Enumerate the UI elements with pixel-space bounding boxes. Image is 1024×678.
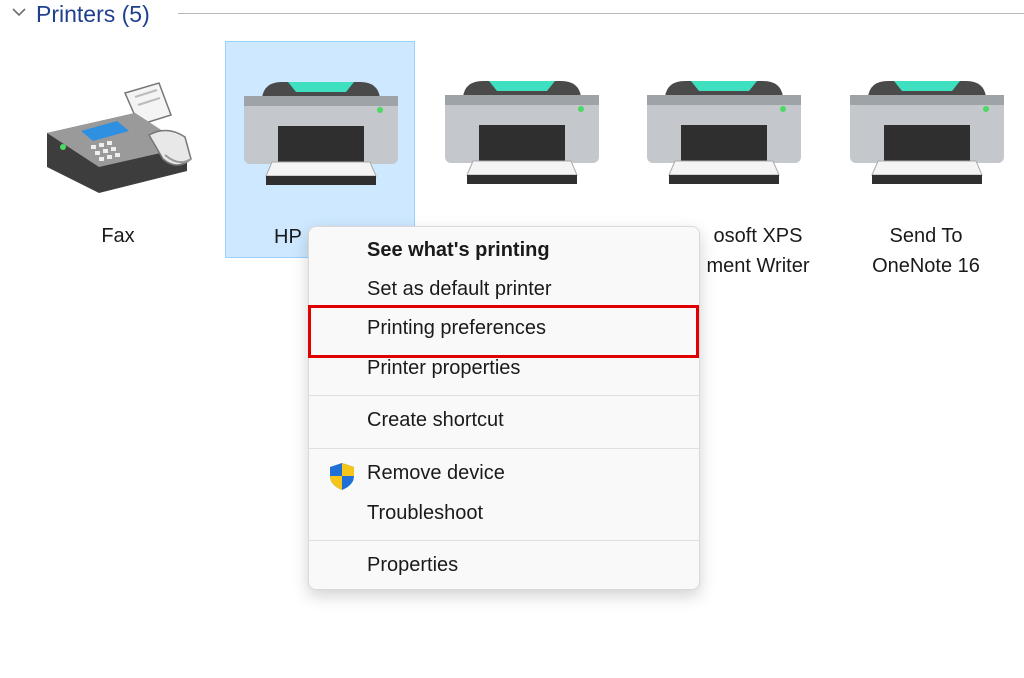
printer-icon — [647, 81, 801, 184]
menu-item-label: Create shortcut — [367, 409, 504, 431]
context-menu: See what's printing Set as default print… — [308, 226, 700, 590]
menu-item-label: See what's printing — [367, 239, 550, 261]
menu-item-printing-preferences[interactable]: Printing preferences — [313, 311, 695, 349]
menu-separator — [309, 448, 699, 449]
menu-item-label: Troubleshoot — [367, 502, 483, 524]
menu-item-label: Printer properties — [367, 357, 521, 379]
menu-separator — [309, 540, 699, 541]
printer-icon — [244, 82, 398, 185]
device-label: osoft XPS ment Writer — [706, 225, 810, 277]
group-title: Printers (5) — [36, 1, 150, 27]
menu-item-printer-properties[interactable]: Printer properties — [313, 351, 695, 389]
menu-item-remove-device[interactable]: Remove device — [313, 456, 695, 494]
printer-icon — [850, 81, 1004, 184]
menu-item-label: Remove device — [367, 462, 505, 484]
printer-icon — [445, 81, 599, 184]
menu-item-see-whats-printing[interactable]: See what's printing — [313, 233, 695, 271]
fax-icon — [47, 82, 192, 193]
menu-item-properties[interactable]: Properties — [313, 548, 695, 586]
menu-item-label: Properties — [367, 554, 459, 576]
device-label: Send To OneNote 16 — [872, 225, 980, 277]
device-onenote[interactable]: Send To OneNote 16 — [832, 41, 1022, 277]
menu-item-label: Printing preferences — [367, 317, 546, 339]
menu-item-label: Set as default printer — [367, 278, 552, 300]
menu-item-troubleshoot[interactable]: Troubleshoot — [313, 496, 695, 534]
menu-item-create-shortcut[interactable]: Create shortcut — [313, 403, 695, 441]
menu-item-set-default-printer[interactable]: Set as default printer — [313, 272, 695, 310]
chevron-down-icon[interactable] — [10, 4, 28, 20]
device-label: Fax — [101, 225, 135, 247]
device-fax[interactable]: Fax — [23, 41, 213, 258]
uac-shield-icon — [330, 463, 354, 490]
printers-group-header[interactable]: Printers (5) — [10, 0, 1024, 30]
group-divider — [178, 13, 1024, 14]
menu-separator — [309, 395, 699, 396]
